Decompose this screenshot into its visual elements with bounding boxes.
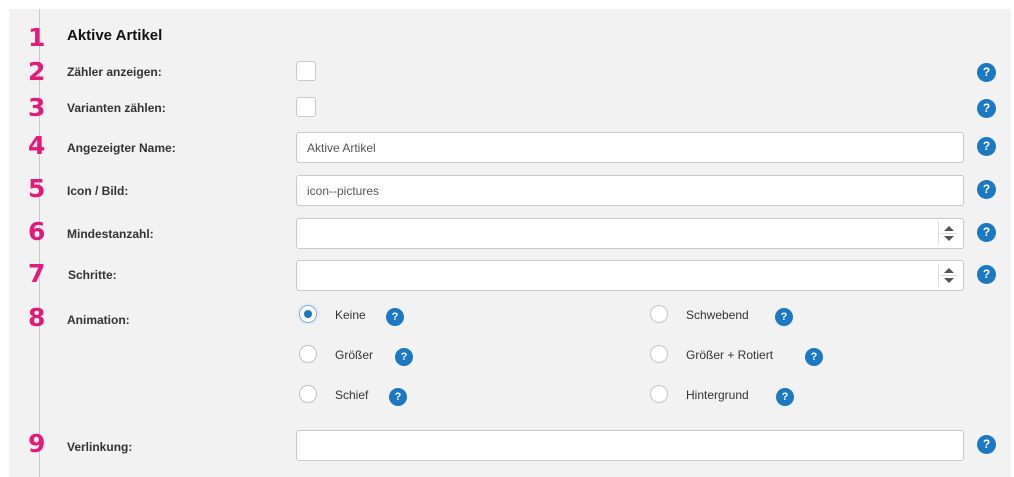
icon-input[interactable] — [296, 175, 964, 206]
animation-keine-help-icon[interactable]: ? — [386, 308, 404, 326]
step-number-6: 6 — [28, 217, 46, 246]
link-help-icon[interactable]: ? — [977, 435, 996, 454]
animation-groesser-rotiert-help-icon[interactable]: ? — [805, 348, 823, 366]
link-input[interactable] — [296, 430, 964, 461]
animation-option-label: Hintergrund — [686, 388, 749, 402]
step-number-2: 2 — [28, 57, 46, 86]
animation-schwebend-help-icon[interactable]: ? — [775, 308, 793, 326]
spinner-down-icon[interactable] — [944, 236, 954, 241]
min-count-spinner[interactable] — [938, 222, 959, 245]
spinner-down-icon[interactable] — [944, 278, 954, 283]
step-number-8: 8 — [28, 303, 46, 332]
steps-help-icon[interactable]: ? — [977, 265, 996, 284]
spinner-up-icon[interactable] — [944, 268, 954, 273]
animation-hintergrund-help-icon[interactable]: ? — [776, 388, 794, 406]
animation-radio-groesser-rotiert[interactable] — [650, 345, 668, 363]
animation-radio-schief[interactable] — [299, 385, 317, 403]
animation-groesser-help-icon[interactable]: ? — [395, 348, 413, 366]
show-counter-checkbox[interactable] — [296, 61, 316, 81]
step-number-3: 3 — [28, 93, 46, 122]
count-variants-label: Varianten zählen: — [67, 101, 166, 115]
animation-label: Animation: — [67, 313, 130, 327]
spinner-divider — [941, 233, 957, 234]
min-count-input[interactable] — [296, 218, 964, 249]
step-number-1: 1 — [28, 23, 46, 52]
step-number-7: 7 — [28, 259, 46, 288]
steps-input[interactable] — [296, 260, 964, 291]
count-variants-help-icon[interactable]: ? — [977, 99, 996, 118]
show-counter-label: Zähler anzeigen: — [67, 65, 162, 79]
steps-label: Schritte: — [68, 268, 117, 282]
animation-option-label: Größer — [335, 348, 374, 362]
link-label: Verlinkung: — [67, 440, 133, 454]
spinner-divider — [941, 275, 957, 276]
count-variants-checkbox[interactable] — [296, 97, 316, 117]
display-name-label: Angezeigter Name: — [67, 141, 176, 155]
animation-radio-keine[interactable] — [299, 305, 317, 323]
steps-spinner[interactable] — [938, 264, 959, 287]
animation-radio-hintergrund[interactable] — [650, 385, 668, 403]
icon-help-icon[interactable]: ? — [977, 180, 996, 199]
step-number-9: 9 — [28, 429, 46, 458]
step-number-5: 5 — [28, 174, 46, 203]
animation-option-label: Schwebend — [686, 308, 749, 322]
animation-radio-schwebend[interactable] — [650, 305, 668, 323]
step-number-4: 4 — [28, 131, 46, 160]
show-counter-help-icon[interactable]: ? — [977, 63, 996, 82]
min-count-help-icon[interactable]: ? — [977, 223, 996, 242]
animation-option-label: Schief — [335, 388, 369, 402]
animation-option-label: Keine — [335, 308, 366, 322]
min-count-label: Mindestanzahl: — [67, 227, 154, 241]
animation-radio-groesser[interactable] — [299, 345, 317, 363]
icon-label: Icon / Bild: — [67, 184, 129, 198]
spinner-up-icon[interactable] — [944, 226, 954, 231]
section-title: Aktive Artikel — [67, 27, 163, 44]
animation-option-label: Größer + Rotiert — [686, 348, 774, 362]
animation-schief-help-icon[interactable]: ? — [389, 388, 407, 406]
display-name-input[interactable] — [296, 132, 964, 163]
display-name-help-icon[interactable]: ? — [977, 137, 996, 156]
